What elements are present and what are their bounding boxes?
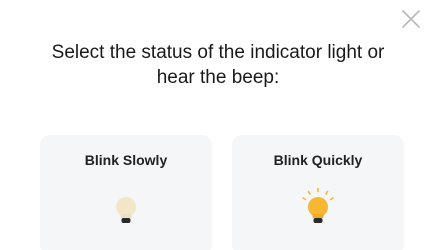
close-button[interactable]	[400, 8, 422, 30]
bulb-bright-icon	[302, 187, 334, 223]
blink-quickly-option[interactable]: Blink Quickly	[232, 135, 404, 250]
close-icon	[402, 10, 420, 28]
dialog-title-line-1: Select the status of the indicator light…	[51, 42, 385, 63]
dialog-title-line-2: hear the beep:	[156, 67, 280, 88]
indicator-status-dialog: Select the status of the indicator light…	[0, 0, 436, 250]
blink-slowly-label: Blink Slowly	[84, 152, 168, 168]
blink-slowly-option[interactable]: Blink Slowly	[40, 135, 212, 250]
bulb-dim-icon	[116, 197, 136, 223]
blink-quickly-label: Blink Quickly	[273, 152, 363, 168]
dialog-title: Select the status of the indicator light…	[0, 40, 436, 90]
